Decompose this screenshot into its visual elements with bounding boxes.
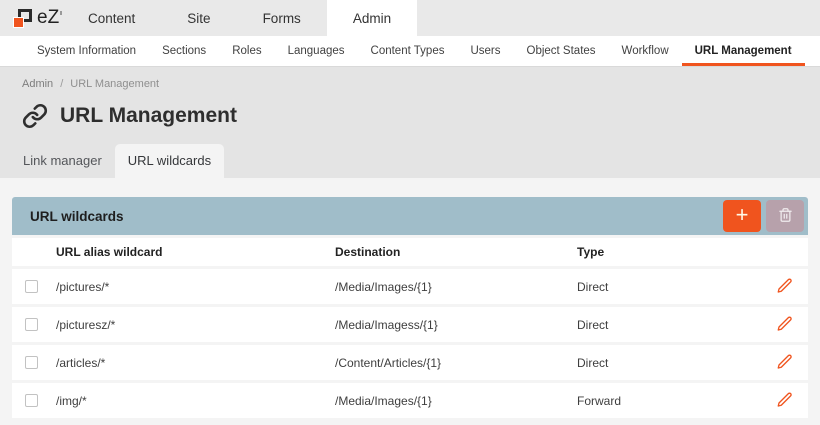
table-row: /pictures/* /Media/Images/{1} Direct xyxy=(12,269,808,304)
pencil-edit-icon xyxy=(776,277,794,295)
tabs: Link manager URL wildcards xyxy=(0,129,820,178)
column-header-destination: Destination xyxy=(335,238,577,266)
add-wildcard-button[interactable]: + xyxy=(723,200,761,232)
ez-logo-text: eZ xyxy=(37,7,59,29)
topnav-item-forms[interactable]: Forms xyxy=(237,0,327,36)
cell-destination: /Media/Images/{1} xyxy=(335,269,577,304)
pencil-edit-icon xyxy=(776,315,794,333)
subnav-item-sections[interactable]: Sections xyxy=(149,36,219,66)
row-checkbox[interactable] xyxy=(25,356,38,369)
row-checkbox[interactable] xyxy=(25,394,38,407)
pencil-edit-icon xyxy=(776,391,794,409)
table-row: /picturesz/* /Media/Imagess/{1} Direct xyxy=(12,307,808,342)
page-title: URL Management xyxy=(60,104,237,128)
delete-wildcard-button[interactable] xyxy=(766,200,804,232)
topnav-item-content[interactable]: Content xyxy=(62,0,161,36)
cell-wildcard: /pictures/* xyxy=(56,269,335,304)
subnav-item-object-states[interactable]: Object States xyxy=(514,36,609,66)
page-header-area: Admin / URL Management URL Management Li… xyxy=(0,66,820,178)
cell-type: Direct xyxy=(577,269,752,304)
cell-type: Direct xyxy=(577,345,752,380)
content-area: URL wildcards + URL alias wildcard xyxy=(0,178,820,425)
edit-wildcard-button[interactable] xyxy=(774,389,796,411)
cell-wildcard: /picturesz/* xyxy=(56,307,335,342)
edit-wildcard-button[interactable] xyxy=(774,275,796,297)
cell-destination: /Media/Images/{1} xyxy=(335,383,577,418)
edit-wildcard-button[interactable] xyxy=(774,313,796,335)
column-header-type: Type xyxy=(577,238,752,266)
cell-wildcard: /articles/* xyxy=(56,345,335,380)
cell-type: Direct xyxy=(577,307,752,342)
subnav-item-content-types[interactable]: Content Types xyxy=(358,36,458,66)
tab-url-wildcards[interactable]: URL wildcards xyxy=(115,144,224,178)
url-wildcards-panel-header: URL wildcards + xyxy=(12,197,808,235)
subnav-item-workflow[interactable]: Workflow xyxy=(609,36,682,66)
breadcrumb: Admin / URL Management xyxy=(0,67,820,90)
row-checkbox[interactable] xyxy=(25,318,38,331)
table-row: /articles/* /Content/Articles/{1} Direct xyxy=(12,345,808,380)
plus-icon: + xyxy=(736,204,749,226)
column-header-url-alias-wildcard: URL alias wildcard xyxy=(56,238,335,266)
breadcrumb-current: URL Management xyxy=(70,78,159,90)
breadcrumb-link-admin[interactable]: Admin xyxy=(22,78,53,90)
topnav-item-admin[interactable]: Admin xyxy=(327,0,417,36)
ez-logo-icon xyxy=(13,8,32,28)
edit-wildcard-button[interactable] xyxy=(774,351,796,373)
subnav-item-system-information[interactable]: System Information xyxy=(24,36,149,66)
top-navigation: eZ Content Site Forms Admin xyxy=(0,0,820,36)
row-checkbox[interactable] xyxy=(25,280,38,293)
topnav-item-site[interactable]: Site xyxy=(161,0,236,36)
breadcrumb-separator: / xyxy=(60,78,63,90)
subnav-item-users[interactable]: Users xyxy=(457,36,513,66)
ez-logo[interactable]: eZ xyxy=(0,0,62,36)
admin-sub-navigation: System Information Sections Roles Langua… xyxy=(0,36,820,66)
link-icon xyxy=(22,103,48,129)
table-header-row: URL alias wildcard Destination Type xyxy=(12,238,808,266)
panel-title: URL wildcards xyxy=(30,209,124,224)
cell-destination: /Media/Imagess/{1} xyxy=(335,307,577,342)
subnav-item-languages[interactable]: Languages xyxy=(275,36,358,66)
cell-wildcard: /img/* xyxy=(56,383,335,418)
cell-destination: /Content/Articles/{1} xyxy=(335,345,577,380)
tab-link-manager[interactable]: Link manager xyxy=(10,144,115,178)
subnav-item-roles[interactable]: Roles xyxy=(219,36,274,66)
pencil-edit-icon xyxy=(776,353,794,371)
trash-icon xyxy=(778,207,793,226)
subnav-item-url-management[interactable]: URL Management xyxy=(682,36,805,66)
cell-type: Forward xyxy=(577,383,752,418)
url-wildcards-table: URL alias wildcard Destination Type /pic… xyxy=(12,235,808,421)
table-row: /img/* /Media/Images/{1} Forward xyxy=(12,383,808,418)
